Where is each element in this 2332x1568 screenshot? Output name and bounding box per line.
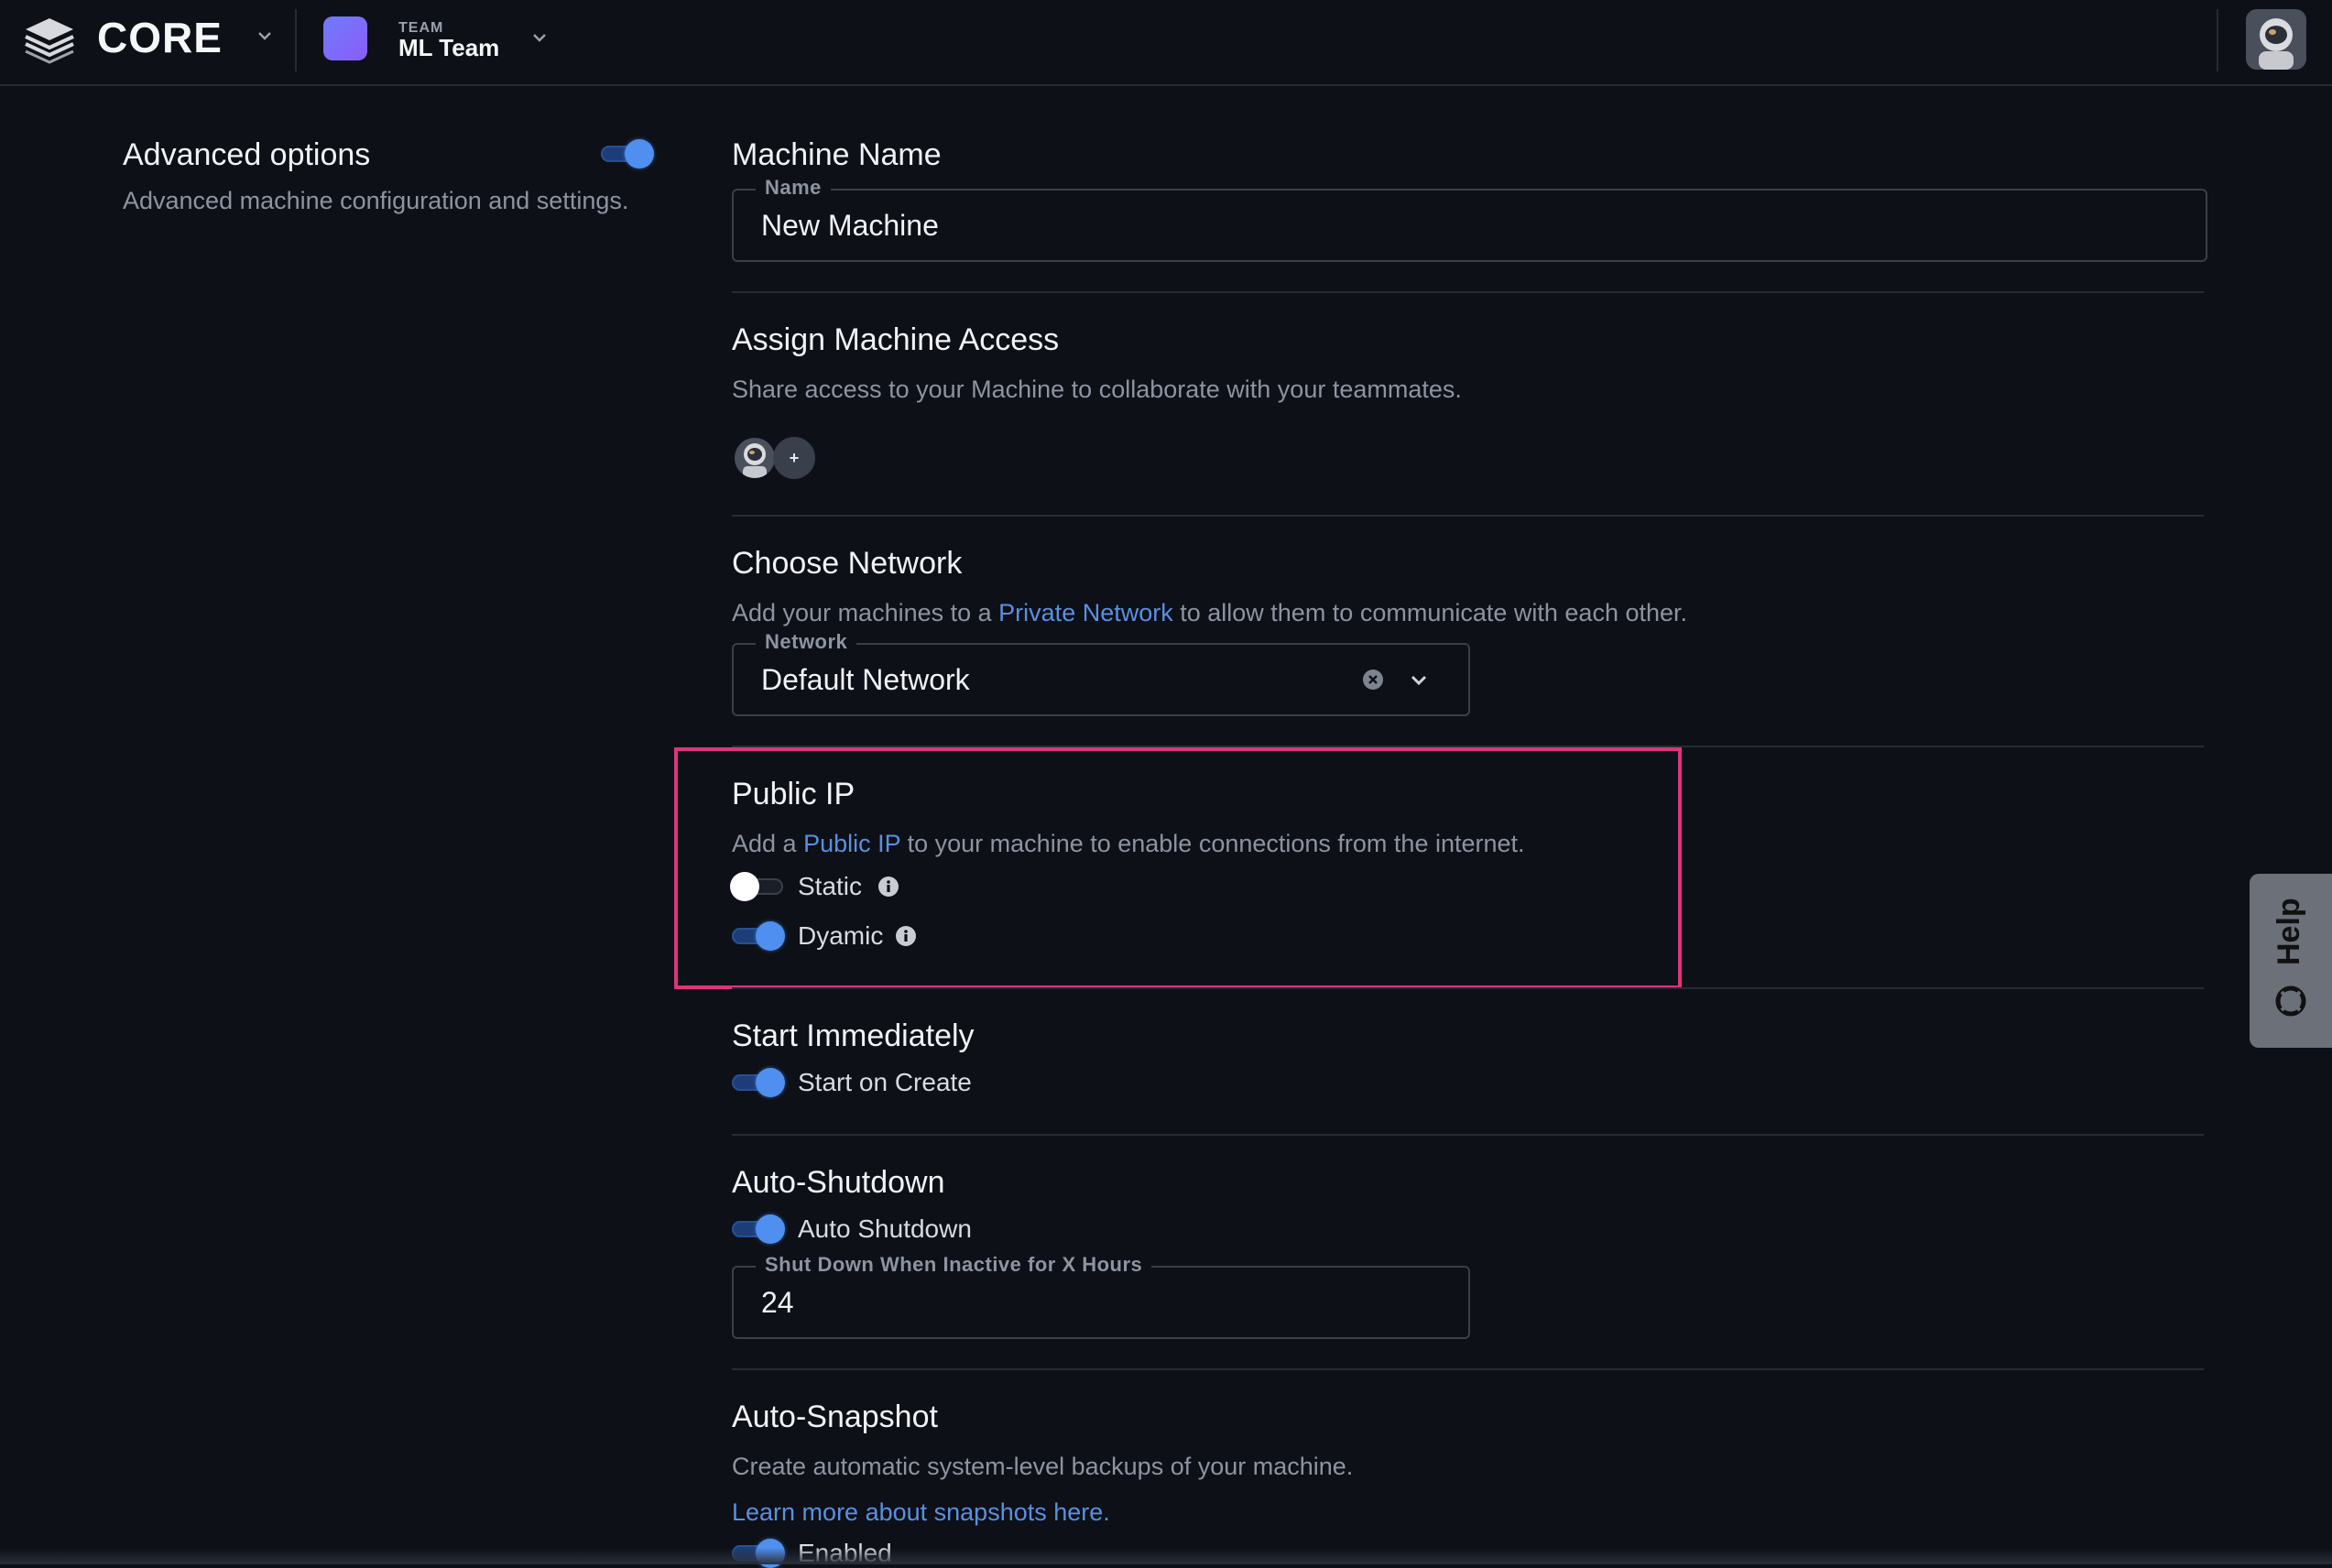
chevron-down-icon[interactable] [529, 27, 550, 48]
advanced-options-toggle[interactable] [601, 139, 654, 169]
section-divider [732, 1368, 2204, 1370]
start-immediately-title: Start Immediately [732, 1018, 975, 1053]
auto-shutdown-toggle[interactable] [732, 1214, 785, 1244]
auto-snapshot-description: Create automatic system-level backups of… [732, 1453, 1354, 1480]
help-tab[interactable]: Help [2250, 874, 2332, 1048]
member-avatar[interactable] [735, 438, 775, 478]
chevron-down-icon[interactable] [1408, 669, 1430, 691]
shutdown-hours-input[interactable]: Shut Down When Inactive for X Hours 24 [732, 1253, 1470, 1339]
access-title: Assign Machine Access [732, 322, 1060, 357]
network-value: Default Network [761, 663, 970, 696]
network-description: Add your machines to a Private Network t… [732, 599, 1687, 627]
chevron-down-icon[interactable] [255, 26, 275, 46]
machine-name-title: Machine Name [732, 137, 942, 172]
shutdown-hours-value[interactable]: 24 [761, 1286, 794, 1320]
start-on-create-toggle[interactable] [732, 1068, 785, 1097]
astronaut-icon [2246, 9, 2306, 70]
auto-shutdown-label: Auto Shutdown [798, 1214, 972, 1243]
team-avatar[interactable] [323, 16, 367, 60]
bottom-scroll-shade [0, 1548, 2332, 1564]
network-label: Network [756, 630, 857, 654]
private-network-link[interactable]: Private Network [998, 599, 1173, 626]
top-bar: CORE TEAM ML Team [0, 0, 2332, 86]
network-title: Choose Network [732, 546, 963, 581]
network-desc-text: to allow them to communicate with each o… [1172, 599, 1688, 626]
public-ip-highlight-box [674, 747, 1682, 989]
advanced-options-title: Advanced options [123, 137, 371, 172]
machine-name-input[interactable]: Name New Machine [732, 176, 2207, 262]
section-divider [732, 291, 2204, 293]
team-name[interactable]: ML Team [398, 34, 499, 62]
network-desc-text: Add your machines to a [732, 599, 999, 626]
add-member-button[interactable]: + [773, 437, 815, 479]
divider [295, 9, 297, 71]
start-on-create-label: Start on Create [798, 1068, 972, 1096]
auto-shutdown-title: Auto-Shutdown [732, 1165, 945, 1200]
astronaut-icon [735, 438, 775, 478]
clear-icon[interactable] [1362, 669, 1384, 691]
snapshots-learn-more-link[interactable]: Learn more about snapshots here. [732, 1498, 1110, 1527]
access-description: Share access to your Machine to collabor… [732, 376, 1462, 403]
lifebuoy-icon [2275, 985, 2306, 1017]
shutdown-hours-label: Shut Down When Inactive for X Hours [756, 1253, 1152, 1277]
network-select[interactable]: Network Default Network [732, 630, 1470, 716]
user-avatar[interactable] [2246, 9, 2306, 70]
brand-name[interactable]: CORE [97, 13, 223, 62]
machine-name-value[interactable]: New Machine [761, 209, 939, 243]
help-label: Help [2272, 898, 2306, 965]
stack-logo-icon[interactable] [22, 15, 77, 64]
machine-name-label: Name [756, 176, 831, 200]
auto-snapshot-title: Auto-Snapshot [732, 1399, 938, 1434]
section-divider [732, 515, 2204, 517]
section-divider [732, 987, 2204, 989]
section-divider [732, 1134, 2204, 1136]
advanced-options-description: Advanced machine configuration and setti… [123, 187, 629, 214]
divider [2217, 9, 2218, 71]
